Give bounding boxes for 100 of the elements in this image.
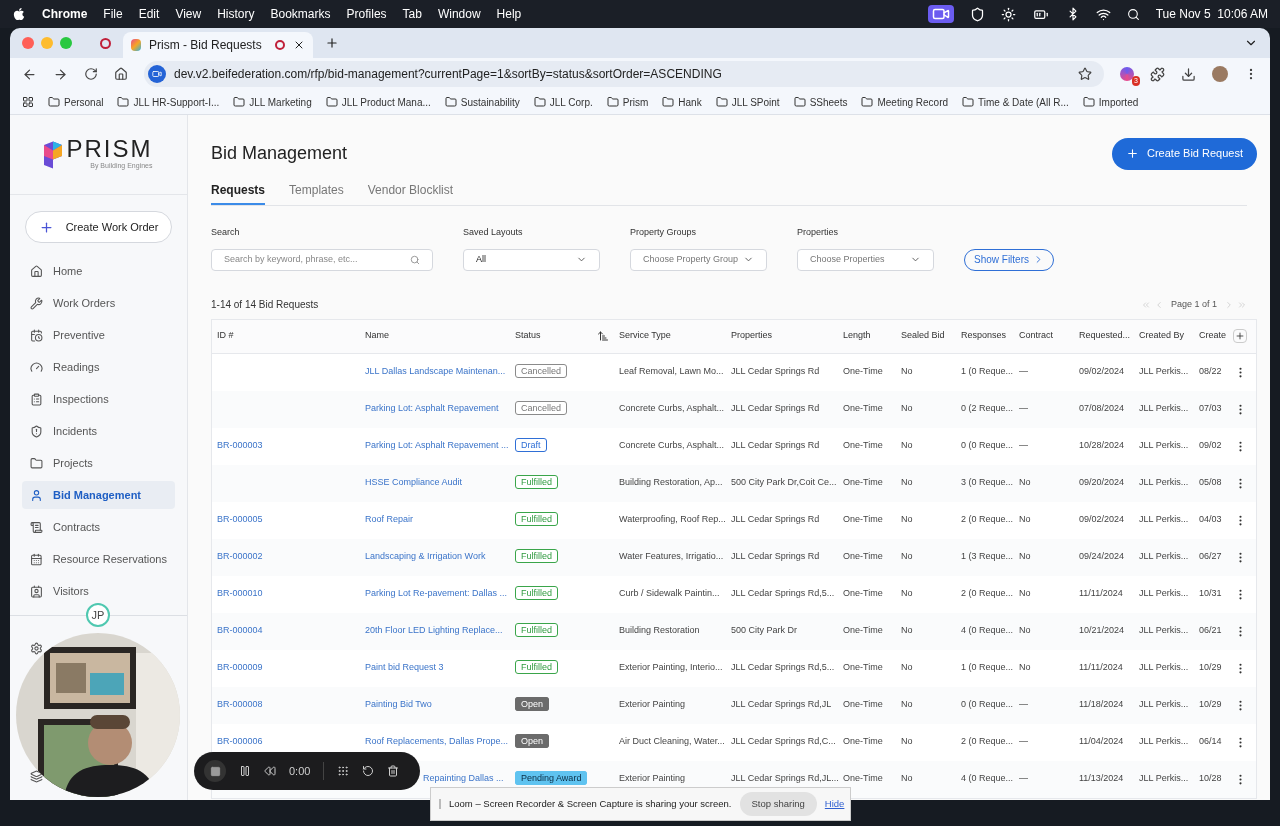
bookmark-item[interactable]: JLL Marketing (233, 94, 312, 110)
sidebar-item[interactable]: Inspections (22, 385, 175, 413)
request-id-link[interactable]: BR-000004 (217, 625, 263, 636)
search-field[interactable]: Search by keyword, phrase, etc... (211, 248, 433, 271)
layers-icon[interactable] (30, 770, 43, 783)
column-header[interactable]: Sealed Bid (901, 329, 945, 343)
menu-item[interactable]: Profiles (346, 5, 387, 23)
home-icon[interactable] (114, 67, 128, 81)
bookmark-item[interactable]: Prism (606, 94, 649, 110)
menu-item[interactable]: Bookmarks (270, 5, 331, 23)
menu-item[interactable]: Chrome (42, 5, 88, 23)
bookmark-item[interactable]: SSheets (793, 94, 848, 110)
sort-icon[interactable] (597, 330, 609, 342)
request-name-link[interactable]: Painting Bid Two (365, 699, 432, 710)
bookmark-item[interactable]: Imported (1082, 94, 1139, 110)
new-tab-icon[interactable] (325, 36, 339, 50)
profile-avatar[interactable] (1212, 66, 1228, 82)
create-work-order-button[interactable]: Create Work Order (25, 211, 172, 243)
grid-icon[interactable] (337, 765, 350, 777)
request-name-link[interactable]: HSSE Compliance Audit (365, 477, 463, 488)
request-name-link[interactable]: Paint bid Request 3 (365, 662, 444, 673)
page-tab[interactable]: Templates (289, 181, 344, 205)
bookmark-item[interactable]: JLL SPoint (715, 94, 780, 110)
download-icon[interactable] (1181, 66, 1196, 82)
menu-item[interactable]: Window (437, 5, 481, 23)
stop-sharing-button[interactable]: Stop sharing (739, 792, 817, 816)
request-id-link[interactable]: BR-000008 (217, 699, 263, 710)
request-name-link[interactable]: Parking Lot Re-pavement: Dallas ... (365, 588, 508, 599)
request-name-link[interactable]: Parking Lot: Asphalt Repavement ... (365, 440, 509, 451)
request-name-link[interactable]: JLL Dallas Landscape Maintenan... (365, 366, 506, 377)
request-name-link[interactable]: Roof Replacements, Dallas Prope... (365, 736, 509, 747)
column-header[interactable]: ID # (217, 329, 234, 343)
sidebar-item[interactable]: Preventive (22, 321, 175, 349)
trash-icon[interactable] (387, 765, 400, 777)
page-tab[interactable]: Requests (211, 181, 266, 205)
close-icon[interactable] (293, 39, 305, 51)
menu-item[interactable]: View (175, 5, 202, 23)
browser-tab[interactable]: Prism - Bid Requests (123, 32, 313, 58)
menu-item[interactable]: File (103, 5, 123, 23)
column-header[interactable]: Created By (1139, 329, 1185, 343)
search-icon[interactable] (1126, 7, 1140, 21)
request-name-link[interactable]: Landscaping & Irrigation Work (365, 551, 486, 562)
request-id-link[interactable]: BR-000005 (217, 514, 263, 525)
menu-item[interactable]: Tab (402, 5, 422, 23)
bookmark-item[interactable]: Personal (48, 94, 104, 110)
column-header[interactable]: Name (365, 329, 389, 343)
bookmark-item[interactable]: JLL Corp. (533, 94, 593, 110)
menu-item[interactable]: History (217, 5, 255, 23)
sun-icon[interactable] (1000, 6, 1016, 22)
menu-item[interactable]: Help (496, 5, 522, 23)
column-header[interactable]: Status (515, 329, 541, 343)
create-bid-request-button[interactable]: Create Bid Request (1112, 137, 1257, 170)
wifi-icon[interactable] (1095, 6, 1111, 22)
column-header[interactable]: Responses (961, 329, 1007, 343)
extension-icon[interactable] (1120, 67, 1134, 81)
rewind-icon[interactable] (264, 765, 276, 777)
request-id-link[interactable]: BR-000009 (217, 662, 263, 673)
bookmark-item[interactable]: JLL HR-Support-I... (117, 94, 220, 110)
bookmark-item[interactable]: Hank (662, 94, 702, 110)
page-tab[interactable]: Vendor Blocklist (367, 181, 454, 205)
reload-icon[interactable] (84, 67, 98, 81)
sidebar-item[interactable]: Contracts (22, 513, 175, 541)
bookmark-item[interactable]: Time & Date (All R... (962, 94, 1069, 110)
menu-item[interactable]: Edit (138, 5, 160, 23)
forward-icon[interactable] (53, 66, 68, 82)
sidebar-item[interactable]: Readings (22, 353, 175, 381)
dropdown-field[interactable]: Choose Properties (797, 248, 934, 271)
column-header[interactable]: Service Type (619, 329, 671, 343)
sidebar-item[interactable]: Projects (22, 449, 175, 477)
back-icon[interactable] (22, 66, 37, 82)
settings-icon[interactable] (30, 642, 43, 655)
dropdown-field[interactable]: All (463, 248, 600, 271)
address-bar[interactable]: dev.v2.beifederation.com/rfp/bid-management?currentPage=1&sortBy=status&sortOrder=ASCENDING (144, 61, 1104, 87)
column-header[interactable]: Requested... (1079, 329, 1131, 343)
bookmark-item[interactable]: Sustainability (444, 94, 520, 110)
request-name-link[interactable]: Parking Lot: Asphalt Repavement (365, 403, 499, 414)
stop-button[interactable] (204, 760, 226, 782)
restart-icon[interactable] (362, 765, 375, 777)
request-id-link[interactable]: BR-000006 (217, 736, 263, 747)
request-id-link[interactable]: BR-000003 (217, 440, 263, 451)
request-name-link[interactable]: Repainting Dallas ... (423, 773, 504, 784)
pause-icon[interactable] (239, 765, 251, 777)
dropdown-field[interactable]: Choose Property Group (630, 248, 767, 271)
record-icon[interactable] (100, 37, 111, 49)
sidebar-item[interactable]: Resource Reservations (22, 545, 175, 573)
apple-icon[interactable] (12, 7, 26, 21)
request-name-link[interactable]: 20th Floor LED Lighting Replace... (365, 625, 503, 636)
sidebar-item[interactable]: Bid Management (22, 481, 175, 509)
sidebar-item[interactable]: Visitors (22, 577, 175, 605)
shield-icon[interactable] (969, 6, 985, 22)
column-header[interactable]: Properties (731, 329, 773, 343)
request-id-link[interactable]: BR-000002 (217, 551, 263, 562)
column-header[interactable]: Create (1199, 329, 1226, 343)
sidebar-item[interactable]: Work Orders (22, 289, 175, 317)
bookmark-item[interactable]: Meeting Record (861, 94, 949, 110)
video-icon[interactable] (927, 5, 954, 23)
sidebar-item[interactable]: Home (22, 257, 175, 285)
user-avatar[interactable]: JP (86, 603, 110, 627)
request-id-link[interactable]: BR-000010 (217, 588, 263, 599)
hide-link[interactable]: Hide (824, 796, 845, 812)
